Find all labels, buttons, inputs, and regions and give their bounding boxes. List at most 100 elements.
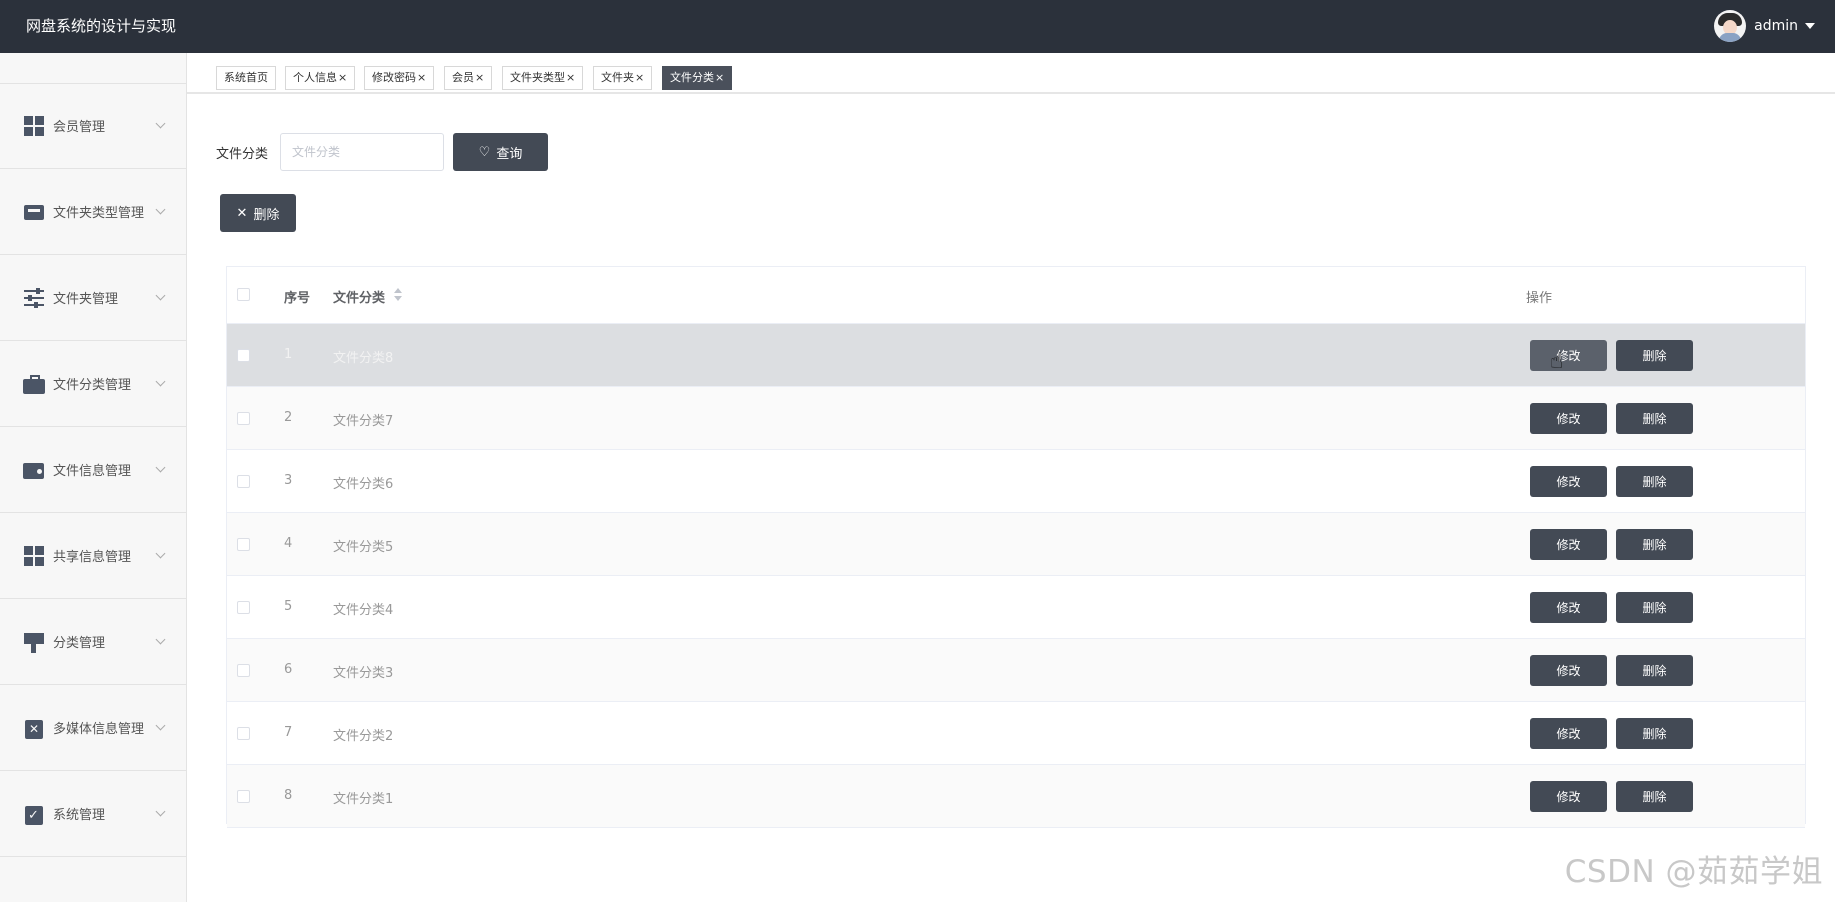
tab-change-password[interactable]: 修改密码× [364,66,435,90]
sidebar-item-label: 系统管理 [53,808,106,823]
category-table: 序号 文件分类 操作 1 文件分类8 修改 删除 2 文件分类7 修改 删除 3… [226,266,1806,828]
close-icon[interactable]: × [635,71,644,84]
row-index: 4 [284,536,293,551]
table-row[interactable]: 8 文件分类1 修改 删除 [227,765,1805,828]
chevron-down-icon [155,204,166,215]
edit-button[interactable]: 修改 [1530,529,1607,560]
tab-label: 文件夹类型 [510,71,565,84]
batch-delete-button[interactable]: ✕ 删除 [220,194,296,232]
edit-button[interactable]: 修改 [1530,655,1607,686]
delete-button[interactable]: 删除 [1616,718,1693,749]
sidebar-item-label: 文件信息管理 [53,464,132,479]
edit-button[interactable]: 修改 [1530,781,1607,812]
delete-button[interactable]: 删除 [1616,529,1693,560]
row-checkbox[interactable] [237,349,250,362]
tab-folders[interactable]: 文件夹× [593,66,653,90]
tab-label: 文件分类 [670,71,714,84]
row-category: 文件分类5 [333,540,394,555]
tab-profile[interactable]: 个人信息× [285,66,356,90]
close-icon[interactable]: × [566,71,575,84]
paint-brush-icon [23,631,45,653]
table-row[interactable]: 7 文件分类2 修改 删除 [227,702,1805,765]
close-icon[interactable]: × [715,71,724,84]
chevron-down-icon [155,634,166,645]
table-row[interactable]: 1 文件分类8 修改 删除 [227,324,1805,387]
close-icon[interactable]: × [338,71,347,84]
sidebar-item-label: 共享信息管理 [53,550,132,565]
close-icon[interactable]: × [475,71,484,84]
caret-down-icon[interactable] [1805,23,1815,29]
delete-button[interactable]: 删除 [1616,340,1693,371]
sidebar-item-sharing[interactable]: 共享信息管理 [0,513,186,599]
sidebar-item-system[interactable]: 系统管理 [0,771,186,857]
chevron-down-icon [155,118,166,129]
table-row[interactable]: 2 文件分类7 修改 删除 [227,387,1805,450]
table-row[interactable]: 3 文件分类6 修改 删除 [227,450,1805,513]
row-checkbox[interactable] [237,538,250,551]
heart-icon: ♡ [478,144,491,160]
edit-button[interactable]: 修改 [1530,592,1607,623]
row-checkbox[interactable] [237,727,250,740]
search-input[interactable] [280,133,444,171]
table-row[interactable]: 4 文件分类5 修改 删除 [227,513,1805,576]
row-category: 文件分类3 [333,666,394,681]
grid-icon [23,115,45,137]
sidebar-item-label: 会员管理 [53,120,106,135]
tab-folder-types[interactable]: 文件夹类型× [502,66,584,90]
wallet-icon [23,459,45,481]
edit-button[interactable]: 修改 [1530,718,1607,749]
watermark: CSDN @茹茹学姐 [1564,854,1823,890]
sidebar-item-folders[interactable]: 文件夹管理 [0,255,186,341]
delete-button[interactable]: 删除 [1616,592,1693,623]
table-row[interactable]: 6 文件分类3 修改 删除 [227,639,1805,702]
column-header-index: 序号 [284,291,311,306]
search-button[interactable]: ♡ 查询 [453,133,548,171]
table-row[interactable]: 5 文件分类4 修改 删除 [227,576,1805,639]
row-checkbox[interactable] [237,790,250,803]
row-category: 文件分类8 [333,351,394,366]
chevron-down-icon [155,462,166,473]
delete-button[interactable]: 删除 [1616,781,1693,812]
tab-members[interactable]: 会员× [444,66,493,90]
sidebar-item-multimedia[interactable]: 多媒体信息管理 [0,685,186,771]
sort-icon[interactable] [394,288,402,302]
tab-label: 会员 [452,71,474,84]
tab-label: 修改密码 [372,71,416,84]
tab-file-categories[interactable]: 文件分类× [662,66,733,90]
username[interactable]: admin [1754,18,1798,34]
row-index: 6 [284,662,293,677]
row-index: 8 [284,788,293,803]
close-icon[interactable]: × [417,71,426,84]
top-header: 网盘系统的设计与实现 admin [0,0,1835,53]
row-index: 7 [284,725,293,740]
select-all-checkbox[interactable] [237,288,250,301]
delete-button[interactable]: 删除 [1616,655,1693,686]
column-header-category[interactable]: 文件分类 [333,287,385,306]
column-header-actions: 操作 [1526,291,1553,306]
avatar[interactable] [1714,10,1747,42]
grid-icon [23,545,45,567]
row-checkbox[interactable] [237,664,250,677]
row-checkbox[interactable] [237,412,250,425]
pointer-cursor-icon: ☝ [1550,349,1564,374]
delete-button[interactable]: 删除 [1616,403,1693,434]
sidebar-item-members[interactable]: 会员管理 [0,83,186,169]
tab-label: 系统首页 [224,71,268,84]
user-menu[interactable]: admin [1714,9,1815,43]
sidebar-item-file-info[interactable]: 文件信息管理 [0,427,186,513]
edit-button[interactable]: 修改 [1530,466,1607,497]
edit-button[interactable]: 修改 [1530,403,1607,434]
row-category: 文件分类4 [333,603,394,618]
delete-button[interactable]: 删除 [1616,466,1693,497]
sidebar-item-file-categories[interactable]: 文件分类管理 [0,341,186,427]
row-index: 2 [284,410,293,425]
sidebar-item-folder-types[interactable]: 文件夹类型管理 [0,169,186,255]
row-index: 5 [284,599,293,614]
edit-button[interactable]: 修改 [1530,340,1607,371]
sidebar-item-categories[interactable]: 分类管理 [0,599,186,685]
row-checkbox[interactable] [237,601,250,614]
row-index: 3 [284,473,293,488]
tab-home[interactable]: 系统首页 [216,66,276,90]
row-checkbox[interactable] [237,475,250,488]
sidebar: 会员管理 文件夹类型管理 文件夹管理 文件分类管理 文件信息管理 共享信息管理 [0,53,187,902]
